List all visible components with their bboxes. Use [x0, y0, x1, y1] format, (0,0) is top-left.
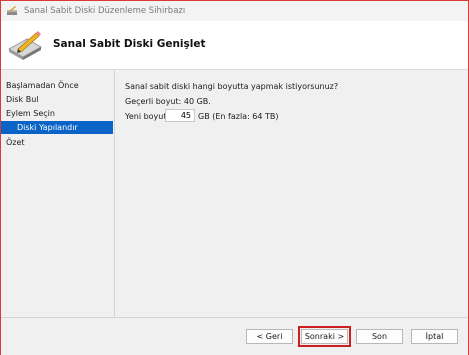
new-size-input[interactable]: [165, 109, 195, 122]
new-size-label: Yeni boyut:: [125, 112, 170, 121]
wizard-content: Sanal sabit diski hangi boyutta yapmak i…: [115, 70, 468, 317]
back-button[interactable]: < Geri: [246, 329, 293, 344]
new-size-suffix: GB (En fazla: 64 TB): [198, 112, 279, 121]
hard-disk-pencil-icon: [8, 31, 42, 60]
page-title: Sanal Sabit Diski Genişlet: [53, 38, 206, 50]
wizard-steps-sidebar: Başlamadan Önce Disk Bul Eylem Seçin Dis…: [1, 70, 115, 317]
step-summary[interactable]: Özet: [1, 136, 113, 149]
step-choose-action[interactable]: Eylem Seçin: [1, 107, 113, 120]
finish-button[interactable]: Son: [356, 329, 403, 344]
wizard-disk-icon: [7, 6, 17, 15]
window-title: Sanal Sabit Diski Düzenleme Sihirbazı: [24, 6, 186, 16]
wizard-window: Sanal Sabit Diski Düzenleme Sihirbazı Sa…: [0, 0, 469, 355]
step-configure-disk[interactable]: Diski Yapılandır: [1, 121, 113, 134]
step-locate-disk[interactable]: Disk Bul: [1, 93, 113, 106]
next-button[interactable]: Sonraki >: [298, 326, 351, 347]
cancel-button[interactable]: İptal: [411, 329, 458, 344]
current-size-text: Geçerli boyut: 40 GB.: [125, 97, 211, 106]
wizard-header: Sanal Sabit Diski Genişlet: [1, 21, 468, 70]
wizard-footer: < Geri Sonraki > Son İptal: [1, 317, 468, 355]
title-bar: Sanal Sabit Diski Düzenleme Sihirbazı: [1, 1, 468, 21]
size-question: Sanal sabit diski hangi boyutta yapmak i…: [125, 82, 339, 91]
step-before-you-begin[interactable]: Başlamadan Önce: [1, 79, 113, 92]
